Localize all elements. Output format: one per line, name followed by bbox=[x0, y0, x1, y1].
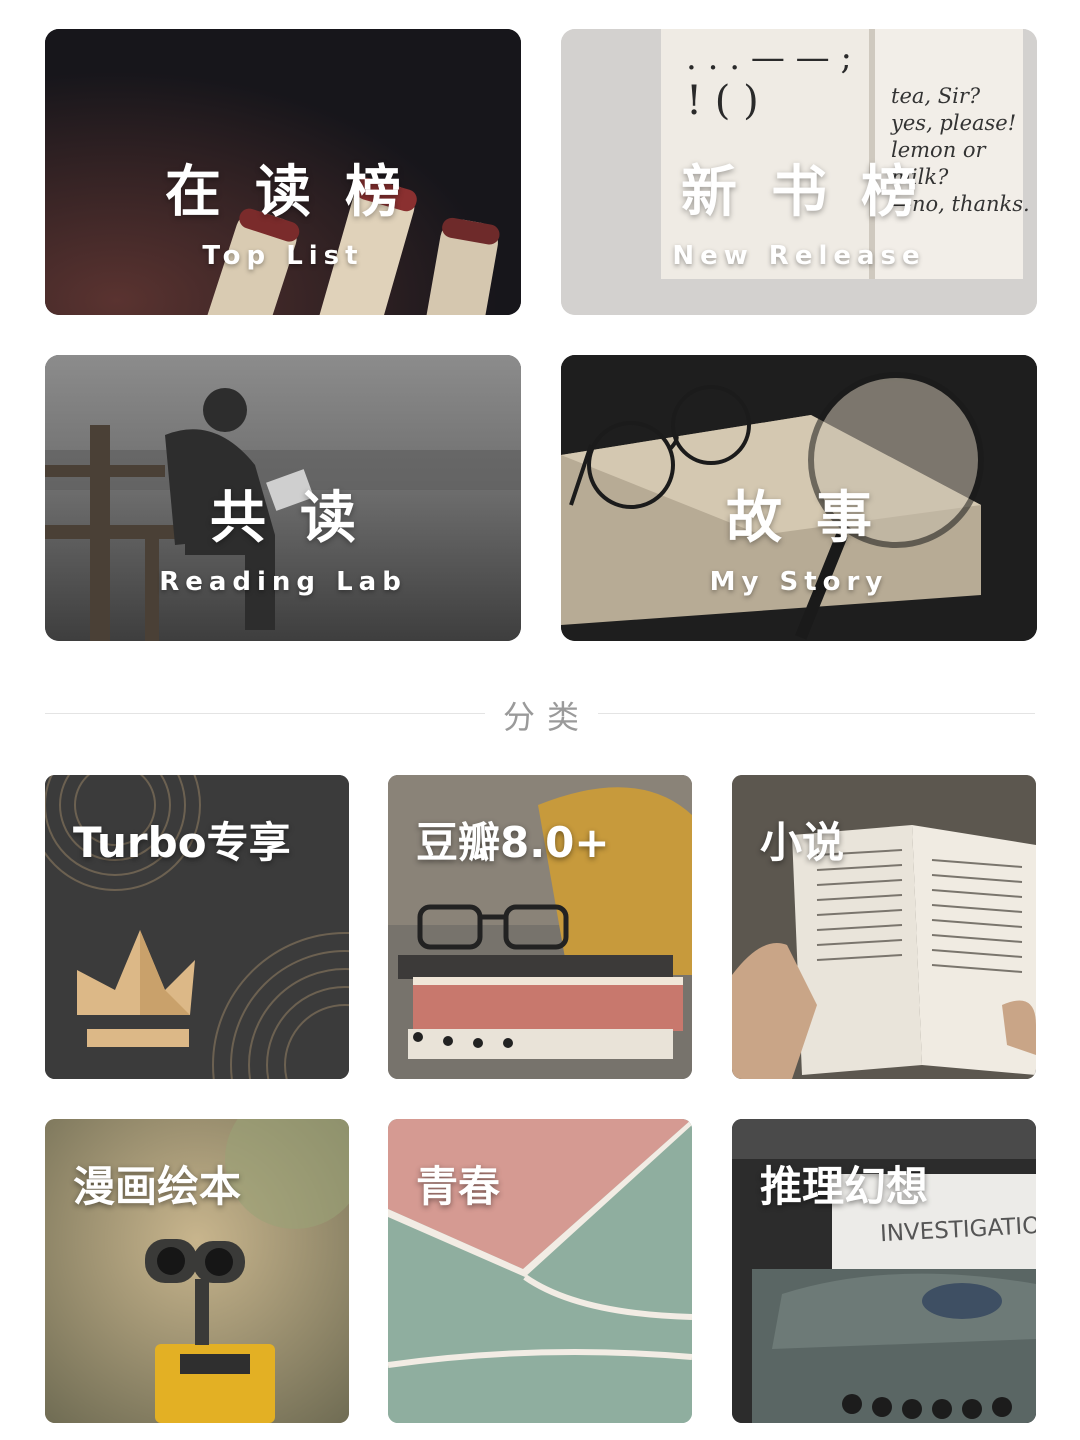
reading-lab-card[interactable]: 共读 Reading Lab bbox=[45, 355, 521, 641]
new-release-card[interactable]: . . . — — ; ! ( ) tea, Sir? yes, please!… bbox=[561, 29, 1037, 315]
new-release-subtitle: New Release bbox=[672, 241, 926, 271]
reading-lab-title: 共读 bbox=[210, 486, 390, 551]
my-story-subtitle: My Story bbox=[709, 567, 889, 597]
my-story-card[interactable]: 故事 My Story bbox=[561, 355, 1037, 641]
category-section-label: 分类 bbox=[502, 698, 591, 736]
divider-left bbox=[45, 713, 485, 714]
category-novel-label: 小说 bbox=[760, 818, 845, 867]
divider-right bbox=[598, 713, 1035, 714]
top-list-card[interactable]: 在读榜 Top List bbox=[45, 29, 521, 315]
svg-text:! ( ): ! ( ) bbox=[686, 78, 759, 124]
svg-text:. . . — — ;: . . . — — ; bbox=[686, 38, 852, 78]
new-release-title: 新书榜 bbox=[681, 160, 951, 225]
category-comics-label: 漫画绘本 bbox=[73, 1162, 242, 1211]
top-list-subtitle: Top List bbox=[202, 241, 364, 271]
category-comics[interactable]: 漫画绘本 bbox=[45, 1119, 349, 1423]
category-turbo-label: Turbo专享 bbox=[73, 818, 291, 867]
top-list-title: 在读榜 bbox=[165, 160, 435, 225]
category-mystery[interactable]: INVESTIGATIO 推理幻想 bbox=[732, 1119, 1036, 1423]
category-youth[interactable]: 青春 bbox=[388, 1119, 692, 1423]
reading-lab-subtitle: Reading Lab bbox=[159, 567, 407, 597]
category-novel[interactable]: 小说 bbox=[732, 775, 1036, 1079]
category-douban-label: 豆瓣8.0+ bbox=[416, 818, 610, 867]
my-story-title: 故事 bbox=[726, 486, 906, 551]
category-douban-8[interactable]: 豆瓣8.0+ bbox=[388, 775, 692, 1079]
category-mystery-label: 推理幻想 bbox=[760, 1162, 929, 1211]
category-youth-label: 青春 bbox=[416, 1162, 501, 1211]
category-turbo[interactable]: Turbo专享 bbox=[45, 775, 349, 1079]
